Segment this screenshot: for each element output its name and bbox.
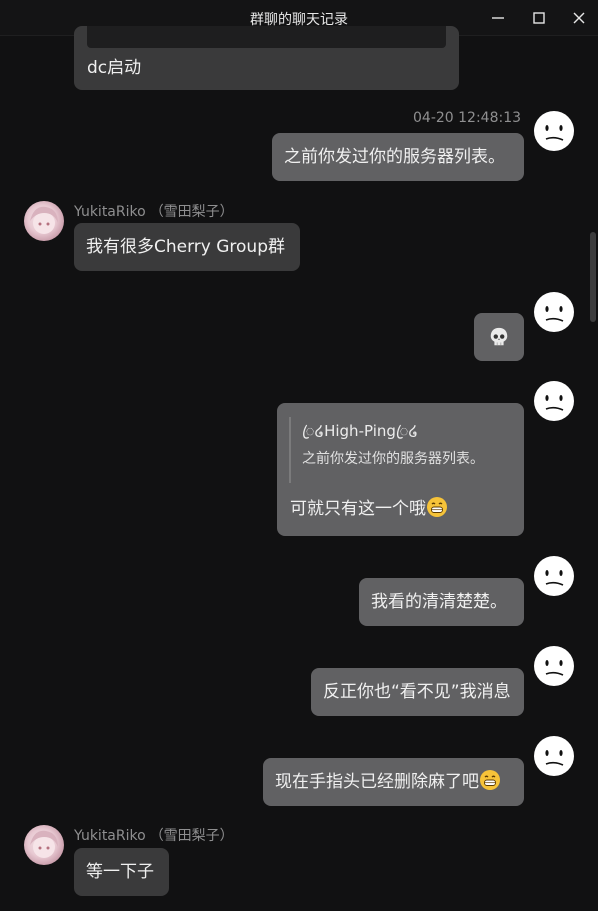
sender-name[interactable]: YukitaRiko （雪田梨子） (74, 201, 234, 221)
close-icon (573, 12, 585, 24)
neutral-face-icon (545, 306, 564, 322)
user-avatar[interactable] (24, 825, 64, 865)
message-timestamp: 04-20 12:48:13 (413, 110, 522, 126)
message-bubble[interactable]: 我看的清清楚楚。 (359, 578, 524, 626)
neutral-face-icon (545, 395, 564, 411)
neutral-face-icon (545, 125, 564, 141)
neutral-face-icon (545, 750, 564, 766)
self-avatar[interactable] (534, 111, 574, 151)
message-bubble[interactable]: 反正你也“看不见”我消息 (311, 668, 524, 716)
sender-alias: （雪田梨子） (149, 204, 234, 220)
message-list[interactable]: dc启动 04-20 12:48:13 之前你发过你的服务器列表。 Yukita… (0, 26, 598, 911)
message-text: 等一下子 (86, 862, 154, 882)
close-button[interactable] (567, 6, 591, 30)
self-avatar[interactable] (534, 736, 574, 776)
self-avatar[interactable] (534, 556, 574, 596)
quote-text: 之前你发过你的服务器列表。 (302, 451, 484, 467)
message-bubble[interactable]: 现在手指头已经删除麻了吧 (263, 758, 524, 806)
scrollbar-thumb[interactable] (590, 232, 596, 322)
sender-nickname: YukitaRiko (74, 204, 146, 220)
sender-name[interactable]: YukitaRiko （雪田梨子） (74, 825, 234, 845)
message-bubble[interactable]: 等一下子 (74, 848, 169, 896)
self-avatar[interactable] (534, 381, 574, 421)
message-bubble[interactable]: 之前你发过你的服务器列表。 (272, 133, 524, 181)
self-avatar[interactable] (534, 292, 574, 332)
message-text: 反正你也“看不见”我消息 (323, 682, 511, 702)
skull-icon (490, 327, 508, 346)
message-text: 可就只有这一个哦 (290, 499, 426, 519)
self-avatar[interactable] (534, 646, 574, 686)
maximize-button[interactable] (527, 6, 551, 30)
grinning-face-icon (480, 770, 500, 790)
message-text: 现在手指头已经删除麻了吧 (275, 772, 479, 792)
message-bubble[interactable]: dc启动 (74, 26, 459, 90)
maximize-icon (533, 12, 545, 24)
message-text: 之前你发过你的服务器列表。 (284, 147, 505, 167)
message-text: 我有很多Cherry Group群 (86, 237, 286, 257)
message-bubble[interactable]: 💀 (474, 313, 524, 361)
message-bubble[interactable]: 我有很多Cherry Group群 (74, 223, 300, 271)
quote-divider (289, 417, 291, 483)
message-bubble[interactable]: ꦿ໒High-Pingꦿ໒ 之前你发过你的服务器列表。 可就只有这一个哦 (277, 403, 524, 536)
quote-author: ꦿ໒High-Pingꦿ໒ (302, 422, 418, 440)
message-text: 我看的清清楚楚。 (371, 592, 507, 612)
anime-avatar-icon (30, 206, 58, 234)
sender-alias: （雪田梨子） (149, 828, 234, 844)
embedded-content-preview (87, 26, 446, 48)
user-avatar[interactable] (24, 201, 64, 241)
neutral-face-icon (545, 570, 564, 586)
minimize-icon (492, 17, 504, 19)
minimize-button[interactable] (486, 6, 510, 30)
grinning-face-icon (427, 497, 447, 517)
message-text: dc启动 (87, 58, 142, 78)
anime-avatar-icon (30, 830, 58, 858)
neutral-face-icon (545, 660, 564, 676)
sender-nickname: YukitaRiko (74, 828, 146, 844)
